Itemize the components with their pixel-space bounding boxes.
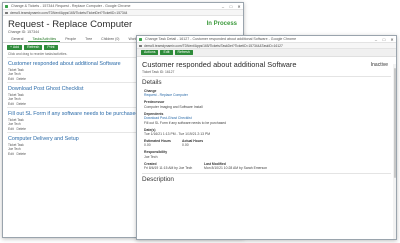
dependent-item: Fill out SL Form if any software needs t… — [144, 120, 227, 125]
estimated-hours-field: Estimated Hours 0.00 — [144, 139, 182, 148]
field-value: 0.00 — [182, 143, 189, 148]
tab-tree[interactable]: Tree — [81, 36, 96, 42]
task-header: Customer responded about additional Soft… — [137, 57, 396, 74]
audit-row: Created Fri 8/6/19 11:15 AM by Joe Tech … — [137, 162, 396, 171]
refresh-button[interactable]: Refresh — [174, 50, 193, 55]
lock-icon — [5, 11, 8, 15]
edit-button[interactable]: Edit — [160, 50, 173, 55]
title-bar[interactable]: Change & Tickets - 157344 Request - Repl… — [3, 3, 243, 10]
task-detail-window: Change Task Detail - 16127 - Customer re… — [136, 35, 397, 240]
window-controls: – □ ✕ — [219, 3, 243, 10]
url-text: demo5.teamdynamix.com/TDNext/Apps/165/Ti… — [10, 11, 128, 15]
scrollbar-thumb[interactable] — [393, 68, 396, 178]
close-icon[interactable]: ✕ — [388, 36, 396, 43]
maximize-icon[interactable]: □ — [227, 3, 235, 10]
tab-general[interactable]: General — [7, 36, 27, 42]
description-heading: Description — [142, 176, 174, 184]
hours-row: Estimated Hours 0.00 Actual Hours 0.00 — [137, 139, 396, 148]
field-value: Joe Tech — [144, 154, 158, 159]
dates-field: Date(s) Tue 1/16/21 1:13 PM - Tue 1/19/2… — [137, 128, 396, 137]
window-title: Change & Tickets - 157344 Request - Repl… — [11, 4, 131, 8]
field-value: Mon 8/10/21 10:28 AM by Sarah Emerson — [204, 166, 268, 171]
status-badge: In Process — [206, 21, 237, 27]
url-text: demo5.teamdynamix.com/TDNext/Apps/165/Ti… — [144, 44, 283, 48]
maximize-icon[interactable]: □ — [380, 36, 388, 43]
minimize-icon[interactable]: – — [372, 36, 380, 43]
field-value: 0.00 — [144, 143, 151, 148]
edit-link[interactable]: Edit — [8, 77, 14, 81]
edit-link[interactable]: Edit — [8, 102, 14, 106]
created-field: Created Fri 8/6/19 11:15 AM by Joe Tech — [144, 162, 204, 171]
page-title: Request - Replace Computer — [8, 19, 133, 30]
field-value: Fri 8/6/19 11:15 AM by Joe Tech — [144, 166, 193, 171]
page-title: Customer responded about additional Soft… — [142, 60, 297, 69]
actions-button[interactable]: Actions — [141, 50, 159, 55]
change-id: Change ID: 157344 — [8, 30, 40, 34]
address-bar[interactable]: demo5.teamdynamix.com/TDNext/Apps/165/Ti… — [137, 43, 396, 49]
tab-people[interactable]: People — [61, 36, 80, 42]
close-icon[interactable]: ✕ — [235, 3, 243, 10]
modified-field: Last Modified Mon 8/10/21 10:28 AM by Sa… — [204, 162, 268, 171]
scrollbar[interactable] — [393, 64, 396, 239]
refresh-button[interactable]: Refresh — [24, 44, 43, 51]
app-favicon-icon — [5, 4, 9, 9]
add-button[interactable]: + Add — [7, 44, 23, 51]
title-bar[interactable]: Change Task Detail - 16127 - Customer re… — [137, 36, 396, 43]
field-value: Tue 1/16/21 1:13 PM - Tue 1/19/21 2:13 P… — [144, 132, 211, 137]
predecessor-field: Predecessor Computer Imaging and Softwar… — [137, 100, 396, 109]
details-heading: Details — [142, 79, 162, 86]
delete-link[interactable]: Delete — [16, 152, 26, 156]
window-title: Change Task Detail - 16127 - Customer re… — [145, 37, 297, 41]
change-field: Change Request - Replace Computer — [137, 89, 396, 98]
lock-icon — [139, 44, 142, 48]
ticket-header: Request - Replace Computer In Process Ch… — [3, 16, 243, 36]
change-link[interactable]: Request - Replace Computer — [144, 93, 396, 97]
dependents-field: Dependents Download Post-Ghost Checklist… — [137, 112, 396, 125]
task-id: Ticket Task ID: 16127 — [142, 69, 175, 74]
edit-link[interactable]: Edit — [8, 152, 14, 156]
task-toolbar: Actions Edit Refresh — [137, 49, 396, 57]
app-favicon-icon — [139, 37, 143, 42]
status-badge: Inactive — [370, 61, 388, 68]
tab-children[interactable]: Children (0) — [97, 36, 123, 42]
edit-link[interactable]: Edit — [8, 127, 14, 131]
delete-link[interactable]: Delete — [16, 77, 26, 81]
window-controls: – □ ✕ — [372, 36, 396, 43]
field-value: Computer Imaging and Software Install — [144, 104, 203, 109]
tab-tasks-activities[interactable]: Tasks/Activities — [28, 36, 61, 42]
responsibility-field: Responsibility Joe Tech — [137, 150, 396, 159]
print-button[interactable]: Print — [44, 44, 58, 51]
minimize-icon[interactable]: – — [219, 3, 227, 10]
delete-link[interactable]: Delete — [16, 127, 26, 131]
actual-hours-field: Actual Hours 0.00 — [182, 139, 220, 148]
delete-link[interactable]: Delete — [16, 102, 26, 106]
